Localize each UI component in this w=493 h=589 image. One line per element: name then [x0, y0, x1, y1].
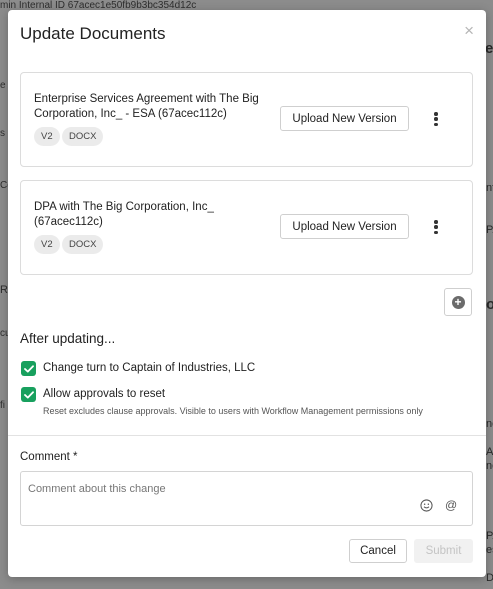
document-title: Enterprise Services Agreement with The B…	[34, 93, 259, 120]
update-documents-modal: Update Documents × Enterprise Services A…	[8, 10, 486, 577]
background-fragment: es	[486, 544, 493, 556]
background-fragment: s	[0, 128, 5, 139]
background-fragment: DP	[486, 572, 493, 584]
checkmark-icon	[23, 390, 34, 398]
emoji-icon[interactable]	[420, 499, 433, 512]
background-fragment: e	[0, 80, 6, 91]
add-document-button[interactable]: +	[444, 288, 472, 316]
allow-approvals-reset-checkbox[interactable]	[21, 387, 36, 402]
format-badge: DOCX	[62, 235, 104, 254]
background-fragment: ec	[485, 40, 493, 57]
document-card: DPA with The Big Corporation, Inc_ (67ac…	[20, 180, 473, 275]
upload-new-version-button[interactable]: Upload New Version	[280, 214, 409, 239]
divider	[8, 435, 486, 436]
background-fragment: ne	[486, 460, 493, 472]
background-fragment: PA	[486, 224, 493, 236]
checkmark-icon	[23, 364, 34, 372]
plus-circle-icon: +	[451, 295, 465, 309]
change-turn-label: Change turn to Captain of Industries, LL…	[43, 362, 256, 374]
modal-title: Update Documents	[20, 24, 166, 43]
background-fragment: op	[486, 296, 493, 313]
allow-approvals-reset-label: Allow approvals to reset	[43, 388, 166, 400]
submit-button[interactable]: Submit	[414, 539, 473, 563]
background-fragment: PA	[486, 530, 493, 542]
background-fragment: fi	[0, 400, 5, 411]
cancel-button[interactable]: Cancel	[349, 539, 407, 563]
reset-help-text: Reset excludes clause approvals. Visible…	[43, 406, 423, 416]
comment-input[interactable]	[28, 481, 408, 497]
after-updating-heading: After updating...	[20, 331, 116, 346]
more-options-icon[interactable]	[430, 217, 442, 237]
background-fragment: nt	[486, 182, 493, 194]
document-title: DPA with The Big Corporation, Inc_ (67ac…	[34, 201, 214, 228]
mention-icon[interactable]: @	[445, 498, 457, 512]
format-badge: DOCX	[62, 127, 104, 146]
close-icon[interactable]: ×	[464, 22, 474, 39]
change-turn-checkbox[interactable]	[21, 361, 36, 376]
more-options-icon[interactable]	[430, 109, 442, 129]
document-card: Enterprise Services Agreement with The B…	[20, 72, 473, 167]
version-badge: V2	[34, 127, 60, 146]
comment-box: @	[20, 471, 473, 526]
background-fragment: Ap	[486, 446, 493, 458]
comment-label: Comment *	[20, 451, 78, 463]
version-badge: V2	[34, 235, 60, 254]
upload-new-version-button[interactable]: Upload New Version	[280, 106, 409, 131]
background-fragment: ne	[486, 418, 493, 430]
